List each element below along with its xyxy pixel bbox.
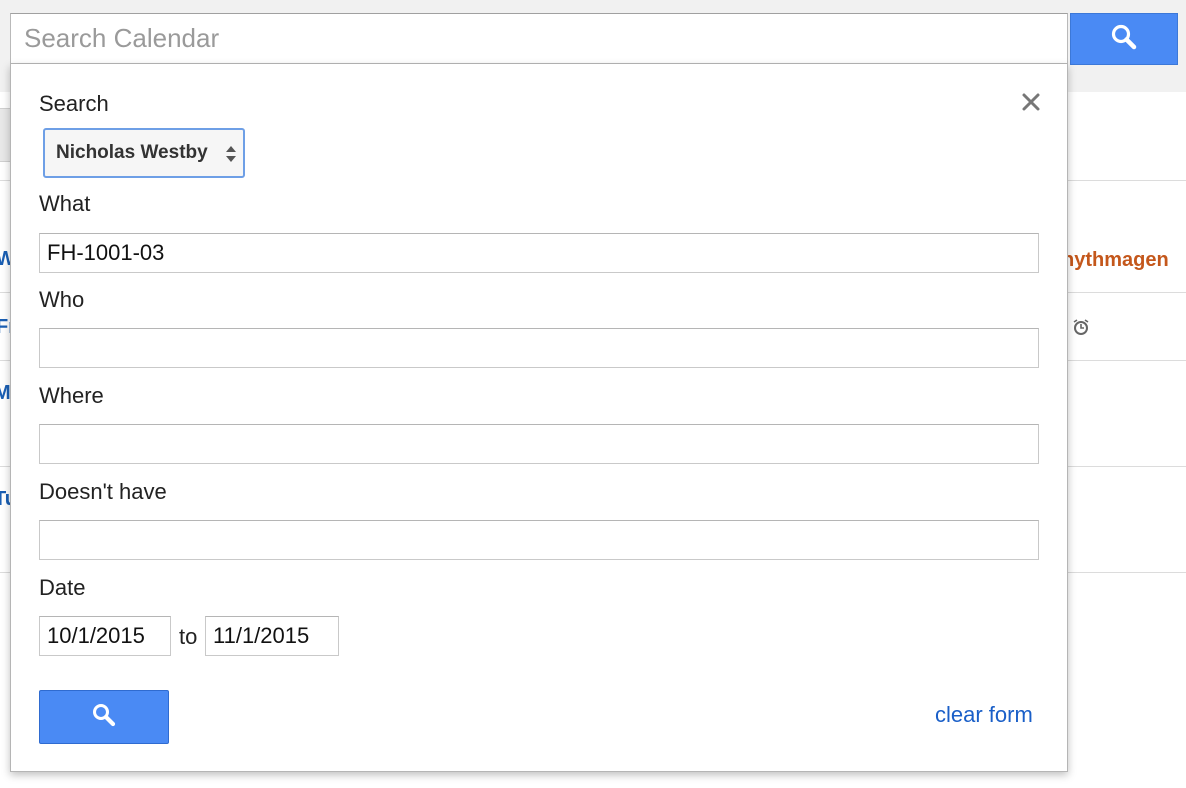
who-field[interactable] xyxy=(39,328,1039,368)
search-button[interactable] xyxy=(1070,13,1178,65)
search-label: Search xyxy=(39,91,109,116)
close-icon[interactable] xyxy=(1021,92,1041,112)
date-label: Date xyxy=(39,575,86,600)
search-calendar-box xyxy=(10,13,1068,64)
date-to-field[interactable] xyxy=(205,616,339,656)
calendar-select[interactable]: Nicholas Westby xyxy=(43,128,245,178)
calendar-select-value: Nicholas Westby xyxy=(56,142,208,163)
advanced-search-panel: Search Nicholas Westby What Who Where Do… xyxy=(10,64,1068,772)
who-label: Who xyxy=(39,287,85,312)
where-field[interactable] xyxy=(39,424,1039,464)
updown-arrows-icon xyxy=(225,144,237,169)
date-from-field[interactable] xyxy=(39,616,171,656)
doesnt-have-label: Doesn't have xyxy=(39,479,167,504)
search-submit-button[interactable] xyxy=(39,690,169,744)
where-label: Where xyxy=(39,383,104,408)
search-calendar-input[interactable] xyxy=(11,14,1067,63)
search-icon xyxy=(91,702,117,733)
date-to-label: to xyxy=(179,624,198,649)
doesnt-have-field[interactable] xyxy=(39,520,1039,560)
what-label: What xyxy=(39,191,91,216)
clear-form-link[interactable]: clear form xyxy=(935,702,1033,728)
background-left-button xyxy=(0,108,10,162)
background-event-title[interactable]: nythmagen xyxy=(1062,249,1169,272)
alarm-clock-icon xyxy=(1072,318,1090,341)
what-field[interactable] xyxy=(39,233,1039,273)
search-icon xyxy=(1110,23,1138,56)
